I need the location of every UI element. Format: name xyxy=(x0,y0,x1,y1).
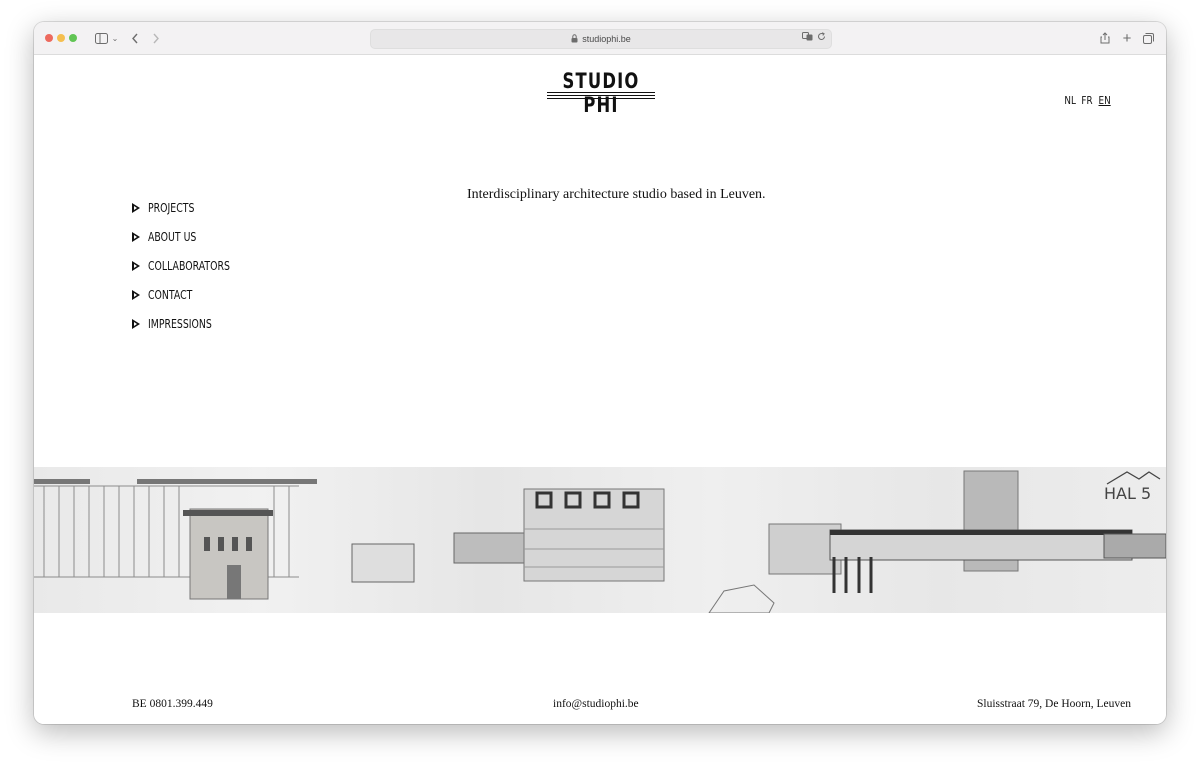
building-elevations-illustration: HAL 5 xyxy=(34,470,1166,614)
close-window-button[interactable] xyxy=(45,34,53,42)
studio-address: Sluisstraat 79, De Hoorn, Leuven xyxy=(977,698,1131,710)
translate-icon[interactable] xyxy=(802,32,813,43)
nav-impressions[interactable]: IMPRESSIONS xyxy=(132,309,253,338)
studio-tagline: Interdisciplinary architecture studio ba… xyxy=(467,187,766,202)
page-content: STUDIO PHI NL FR EN PROJECTS ABOUT US CO… xyxy=(34,55,1166,724)
minimize-window-button[interactable] xyxy=(57,34,65,42)
new-tab-icon[interactable]: + xyxy=(1121,29,1133,47)
play-arrow-icon xyxy=(132,231,140,242)
nav-projects[interactable]: PROJECTS xyxy=(132,193,253,222)
play-arrow-icon xyxy=(132,318,140,329)
browser-toolbar: ⌄ studiophi.be + xyxy=(34,22,1166,55)
language-en[interactable]: EN xyxy=(1099,94,1111,107)
vat-number: BE 0801.399.449 xyxy=(132,698,213,710)
url-text: studiophi.be xyxy=(582,34,631,44)
browser-window: ⌄ studiophi.be + STUDIO PHI NL FR EN PRO… xyxy=(34,22,1166,724)
main-nav: PROJECTS ABOUT US COLLABORATORS CONTACT … xyxy=(132,193,253,338)
zoom-window-button[interactable] xyxy=(69,34,77,42)
architecture-banner: HAL 5 xyxy=(34,467,1166,614)
language-nl[interactable]: NL xyxy=(1064,94,1075,107)
logo-underline xyxy=(547,92,655,101)
back-icon[interactable] xyxy=(129,29,141,47)
language-fr[interactable]: FR xyxy=(1081,94,1092,107)
banner-sign-text: HAL 5 xyxy=(1104,484,1151,503)
forward-icon[interactable] xyxy=(150,29,162,47)
nav-about-us[interactable]: ABOUT US xyxy=(132,222,253,251)
tab-overview-icon[interactable] xyxy=(1142,29,1154,47)
play-arrow-icon xyxy=(132,289,140,300)
lock-icon xyxy=(571,33,578,45)
chevron-down-icon[interactable]: ⌄ xyxy=(110,29,120,47)
address-bar[interactable]: studiophi.be xyxy=(370,29,832,49)
contact-email[interactable]: info@studiophi.be xyxy=(553,698,639,710)
reload-icon[interactable] xyxy=(817,32,826,43)
sidebar-icon[interactable] xyxy=(91,29,111,47)
share-icon[interactable] xyxy=(1099,29,1111,47)
play-arrow-icon xyxy=(132,260,140,271)
nav-collaborators[interactable]: COLLABORATORS xyxy=(132,251,253,280)
nav-contact[interactable]: CONTACT xyxy=(132,280,253,309)
play-arrow-icon xyxy=(132,202,140,213)
